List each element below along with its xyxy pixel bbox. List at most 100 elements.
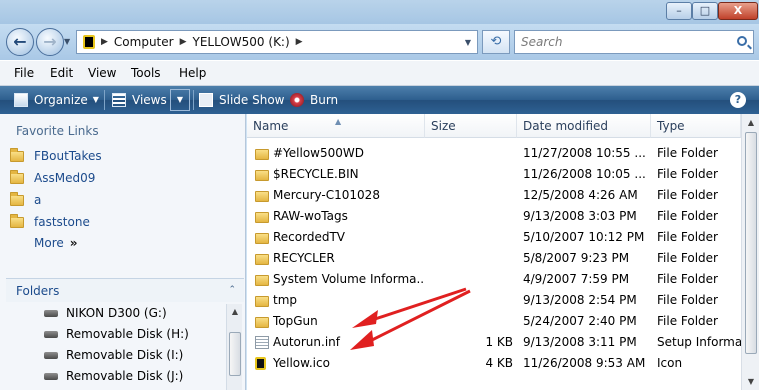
sort-ascending-icon: ▲ (335, 117, 342, 126)
burn-label: Burn (310, 93, 339, 107)
organize-button[interactable]: Organize ▼ (14, 86, 99, 114)
recent-pages-dropdown[interactable]: ▼ (64, 37, 70, 46)
folders-scrollbar[interactable]: ▲ (226, 304, 242, 390)
folder-icon (255, 275, 269, 286)
tree-item-removable-h[interactable]: Removable Disk (H:) (44, 324, 189, 344)
scroll-down-icon[interactable]: ▼ (742, 377, 759, 386)
file-type-cell: Setup Informa... (657, 335, 741, 349)
tree-item-removable-i[interactable]: Removable Disk (I:) (44, 345, 183, 365)
column-header-name[interactable]: ▲ Name (247, 114, 425, 138)
file-type-cell: File Folder (657, 230, 718, 244)
file-type-cell: File Folder (657, 209, 718, 223)
scrollbar-thumb[interactable] (745, 132, 757, 354)
table-row[interactable]: RecordedTV 5/10/2007 10:12 PM File Folder (247, 227, 741, 248)
table-row[interactable]: RECYCLER 5/8/2007 9:23 PM File Folder (247, 248, 741, 269)
search-input[interactable]: Search (514, 30, 754, 54)
table-row[interactable]: $RECYCLE.BIN 11/26/2008 10:05 ... File Fol… (247, 164, 741, 185)
search-icon[interactable] (737, 36, 747, 46)
forward-button[interactable]: → (36, 28, 64, 56)
chevron-right-icon[interactable]: ▶ (180, 37, 187, 47)
slideshow-button[interactable]: Slide Show (199, 86, 284, 114)
file-date-cell: 12/5/2008 4:26 AM (523, 188, 638, 202)
double-chevron-right-icon: » (69, 236, 78, 250)
table-row[interactable]: tmp 9/13/2008 2:54 PM File Folder (247, 290, 741, 311)
menu-file[interactable]: File (14, 66, 34, 80)
breadcrumb-drive[interactable]: YELLOW500 (K:) (193, 35, 290, 49)
file-name-cell: Autorun.inf (273, 335, 340, 349)
address-dropdown-icon[interactable]: ▼ (465, 38, 471, 47)
file-name-cell: System Volume Informa... (273, 272, 425, 286)
favorite-link-assmed09[interactable]: AssMed09 (10, 168, 95, 188)
table-row[interactable]: RAW-woTags 9/13/2008 3:03 PM File Folder (247, 206, 741, 227)
scroll-up-icon[interactable]: ▲ (227, 304, 243, 320)
favorite-link-fbouttakes[interactable]: FBoutTakes (10, 146, 102, 166)
favorite-link-label: a (34, 193, 42, 207)
tree-item-label: Removable Disk (J:) (66, 369, 184, 383)
file-date-cell: 5/10/2007 10:12 PM (523, 230, 645, 244)
refresh-button[interactable]: ⟲ (482, 30, 510, 54)
file-type-cell: File Folder (657, 272, 718, 286)
folder-icon (255, 170, 269, 181)
title-bar: – □ X (0, 0, 759, 24)
table-row[interactable]: System Volume Informa... 4/9/2007 7:59 PM… (247, 269, 741, 290)
column-type-label: Type (657, 119, 685, 133)
back-button[interactable]: ← (6, 28, 34, 56)
favorite-link-label: AssMed09 (34, 171, 96, 185)
table-row[interactable]: Mercury-C101028 12/5/2008 4:26 AM File Fol… (247, 185, 741, 206)
tree-item-removable-j[interactable]: Removable Disk (J:) (44, 366, 183, 386)
burn-button[interactable]: Burn (290, 86, 338, 114)
views-button[interactable]: Views (112, 86, 167, 114)
file-name-cell: Yellow.ico (273, 356, 330, 370)
more-links-button[interactable]: More » (34, 236, 78, 250)
file-name-cell: tmp (273, 293, 298, 307)
folder-icon (255, 212, 269, 223)
tree-item-label: NIKON D300 (G:) (66, 306, 167, 320)
organize-label: Organize (34, 93, 88, 107)
menu-view[interactable]: View (88, 66, 116, 80)
chevron-up-icon: ⌃ (228, 285, 236, 295)
address-row: ← → ▼ ▶ Computer ▶ YELLOW500 (K:) ▶ ▼ ⟲ … (0, 24, 759, 60)
favorite-link-faststone[interactable]: faststone (10, 212, 90, 232)
minimize-button[interactable]: – (666, 2, 692, 20)
chevron-right-icon[interactable]: ▶ (101, 37, 108, 47)
column-header-size[interactable]: Size (425, 114, 517, 138)
favorite-link-a[interactable]: a (10, 190, 41, 210)
folder-icon (10, 169, 24, 184)
file-date-cell: 5/24/2007 2:40 PM (523, 314, 637, 328)
chevron-right-icon[interactable]: ▶ (296, 37, 303, 47)
table-row[interactable]: Autorun.inf 1 KB 9/13/2008 3:11 PM Setup In… (247, 332, 741, 353)
file-type-cell: File Folder (657, 251, 718, 265)
help-icon[interactable]: ? (730, 92, 746, 108)
burn-disc-icon (290, 93, 304, 107)
table-row[interactable]: Yellow.ico 4 KB 11/26/2008 9:53 AM Icon (247, 353, 741, 374)
file-name-cell: $RECYCLE.BIN (273, 167, 359, 181)
more-label: More (34, 236, 64, 250)
folders-header[interactable]: Folders ⌃ (6, 278, 244, 302)
breadcrumb-computer[interactable]: Computer (114, 35, 174, 49)
views-label: Views (132, 93, 167, 107)
menu-tools[interactable]: Tools (131, 66, 161, 80)
close-button[interactable]: X (718, 2, 758, 20)
menu-edit[interactable]: Edit (50, 66, 73, 80)
file-list-scrollbar[interactable]: ▲ ▼ (741, 114, 759, 390)
scrollbar-thumb[interactable] (229, 332, 241, 376)
drive-icon (44, 351, 58, 359)
column-header-date[interactable]: Date modified (517, 114, 651, 138)
file-date-cell: 9/13/2008 3:03 PM (523, 209, 637, 223)
tree-item-nikon-d300[interactable]: NIKON D300 (G:) (44, 303, 167, 323)
scroll-up-icon[interactable]: ▲ (742, 118, 759, 127)
column-header-type[interactable]: Type (651, 114, 741, 138)
maximize-button[interactable]: □ (692, 2, 718, 20)
address-bar[interactable]: ▶ Computer ▶ YELLOW500 (K:) ▶ ▼ (76, 30, 478, 54)
folder-icon (255, 149, 269, 160)
file-date-cell: 11/26/2008 9:53 AM (523, 356, 646, 370)
file-date-cell: 4/9/2007 7:59 PM (523, 272, 630, 286)
table-row[interactable]: #Yellow500WD 11/27/2008 10:55 ... File Fol… (247, 143, 741, 164)
folder-icon (10, 213, 24, 228)
setup-file-icon (255, 336, 269, 349)
file-type-cell: File Folder (657, 314, 718, 328)
file-name-cell: #Yellow500WD (273, 146, 365, 160)
table-row[interactable]: TopGun 5/24/2007 2:40 PM File Folder (247, 311, 741, 332)
menu-help[interactable]: Help (179, 66, 206, 80)
views-dropdown-button[interactable]: ▼ (170, 89, 190, 111)
